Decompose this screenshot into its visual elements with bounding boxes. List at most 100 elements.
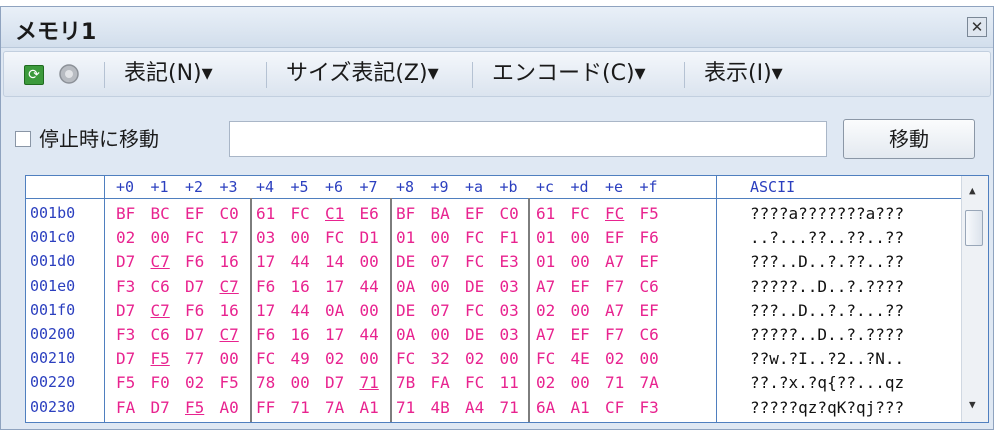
byte-cell[interactable]: 17 [256,301,275,320]
byte-cell[interactable]: DE [396,301,415,320]
byte-cell[interactable]: D7 [151,398,170,417]
byte-cell[interactable]: 02 [605,349,624,368]
byte-cell[interactable]: 7A [325,398,344,417]
byte-cell[interactable]: 03 [500,301,519,320]
realtime-update-icon[interactable] [56,62,82,86]
byte-cell[interactable]: DE [465,277,484,296]
byte-cell[interactable]: 6A [536,398,555,417]
byte-cell[interactable]: FC [465,373,484,392]
byte-cell[interactable]: 00 [500,349,519,368]
byte-cell[interactable]: C6 [151,277,170,296]
memory-row[interactable]: 00230 FA D7 F5 A0 FF 71 7A A1 71 4B A4 71 6A A1 CF F3???… [26,396,962,420]
byte-cell[interactable]: F3 [116,325,135,344]
byte-cell[interactable]: 00 [571,301,590,320]
byte-cell[interactable]: E6 [360,204,379,223]
byte-cell[interactable]: D7 [325,373,344,392]
byte-cell[interactable]: 02 [325,349,344,368]
byte-cell[interactable]: 02 [465,349,484,368]
byte-cell[interactable]: 16 [220,252,239,271]
memory-row[interactable]: 00200 F3 C6 D7 C7 F6 16 17 44 0A 00 DE 03 A7 EF F7 C6???… [26,323,962,347]
byte-cell[interactable]: 00 [360,349,379,368]
byte-cell[interactable]: 02 [536,301,555,320]
byte-cell[interactable]: C1 [325,204,344,223]
byte-cell[interactable]: FF [256,398,275,417]
byte-cell[interactable]: 02 [536,373,555,392]
byte-cell[interactable]: F5 [640,204,659,223]
byte-cell[interactable]: 00 [360,301,379,320]
byte-cell[interactable]: FC [185,228,204,247]
byte-cell[interactable]: 7B [396,373,415,392]
byte-cell[interactable]: FA [431,373,450,392]
byte-cell[interactable]: EF [640,252,659,271]
byte-cell[interactable]: 17 [256,252,275,271]
size-notation-menu[interactable]: サイズ表記(Z)▾ [286,60,439,88]
byte-cell[interactable]: CF [605,398,624,417]
byte-cell[interactable]: D7 [116,301,135,320]
byte-cell[interactable]: 0A [325,301,344,320]
byte-cell[interactable]: A7 [605,301,624,320]
byte-cell[interactable]: 11 [500,373,519,392]
byte-cell[interactable]: C6 [151,325,170,344]
byte-cell[interactable]: E3 [500,252,519,271]
byte-cell[interactable]: F6 [640,228,659,247]
byte-cell[interactable]: A7 [536,325,555,344]
byte-cell[interactable]: C7 [151,252,170,271]
byte-cell[interactable]: 61 [536,204,555,223]
byte-cell[interactable]: A7 [536,277,555,296]
memory-row[interactable]: 001f0 D7 C7 F6 16 17 44 0A 00 DE 07 FC 03 02 00 A7 EF???… [26,299,962,323]
address-input[interactable] [229,121,827,157]
byte-cell[interactable]: C7 [220,277,239,296]
byte-cell[interactable]: 44 [291,301,310,320]
byte-cell[interactable]: FC [465,228,484,247]
byte-cell[interactable]: C0 [220,204,239,223]
byte-cell[interactable]: 00 [431,277,450,296]
byte-cell[interactable]: D7 [185,277,204,296]
byte-cell[interactable]: 03 [500,325,519,344]
byte-cell[interactable]: A0 [220,398,239,417]
byte-cell[interactable]: F7 [605,325,624,344]
byte-cell[interactable]: FA [116,398,135,417]
byte-cell[interactable]: 77 [185,349,204,368]
byte-cell[interactable]: 16 [220,301,239,320]
scroll-down-icon[interactable]: ▼ [969,398,976,411]
close-icon[interactable]: ✕ [967,17,987,37]
byte-cell[interactable]: 00 [291,373,310,392]
byte-cell[interactable]: 44 [360,277,379,296]
byte-cell[interactable]: 44 [360,325,379,344]
byte-cell[interactable]: 16 [291,277,310,296]
byte-cell[interactable]: FC [325,228,344,247]
byte-cell[interactable]: 07 [431,252,450,271]
byte-cell[interactable]: 00 [571,373,590,392]
byte-cell[interactable]: 00 [151,228,170,247]
byte-cell[interactable]: 01 [536,228,555,247]
byte-cell[interactable]: EF [571,277,590,296]
byte-cell[interactable]: F1 [500,228,519,247]
byte-cell[interactable]: 71 [605,373,624,392]
memory-grid[interactable]: +0 +1 +2 +3 +4 +5 +6 +7 +8 +9 +a +b +c +d +e +f ASCII 00… [25,175,989,423]
byte-cell[interactable]: 01 [396,228,415,247]
byte-cell[interactable]: C7 [151,301,170,320]
byte-cell[interactable]: D7 [116,252,135,271]
byte-cell[interactable]: 4B [431,398,450,417]
byte-cell[interactable]: F5 [116,373,135,392]
byte-cell[interactable]: EF [571,325,590,344]
byte-cell[interactable]: 16 [291,325,310,344]
byte-cell[interactable]: F7 [605,277,624,296]
byte-cell[interactable]: 71 [500,398,519,417]
byte-cell[interactable]: D1 [360,228,379,247]
byte-cell[interactable]: FC [571,204,590,223]
byte-cell[interactable]: 00 [571,252,590,271]
scrollbar-thumb[interactable] [965,210,983,246]
view-menu[interactable]: 表示(I)▾ [704,60,783,88]
refresh-icon[interactable]: ⟳ [24,65,44,85]
byte-cell[interactable]: BA [431,204,450,223]
byte-cell[interactable]: EF [465,204,484,223]
byte-cell[interactable]: 17 [220,228,239,247]
memory-row[interactable]: 00220 F5 F0 02 F5 78 00 D7 71 7B FA FC 11 02 00 71 7A??.… [26,371,962,395]
byte-cell[interactable]: 14 [325,252,344,271]
byte-cell[interactable]: 07 [431,301,450,320]
byte-cell[interactable]: 00 [431,325,450,344]
byte-cell[interactable]: 00 [360,252,379,271]
byte-cell[interactable]: EF [605,228,624,247]
memory-row[interactable]: 001c0 02 00 FC 17 03 00 FC D1 01 00 FC F1 01 00 EF F6..?… [26,226,962,250]
